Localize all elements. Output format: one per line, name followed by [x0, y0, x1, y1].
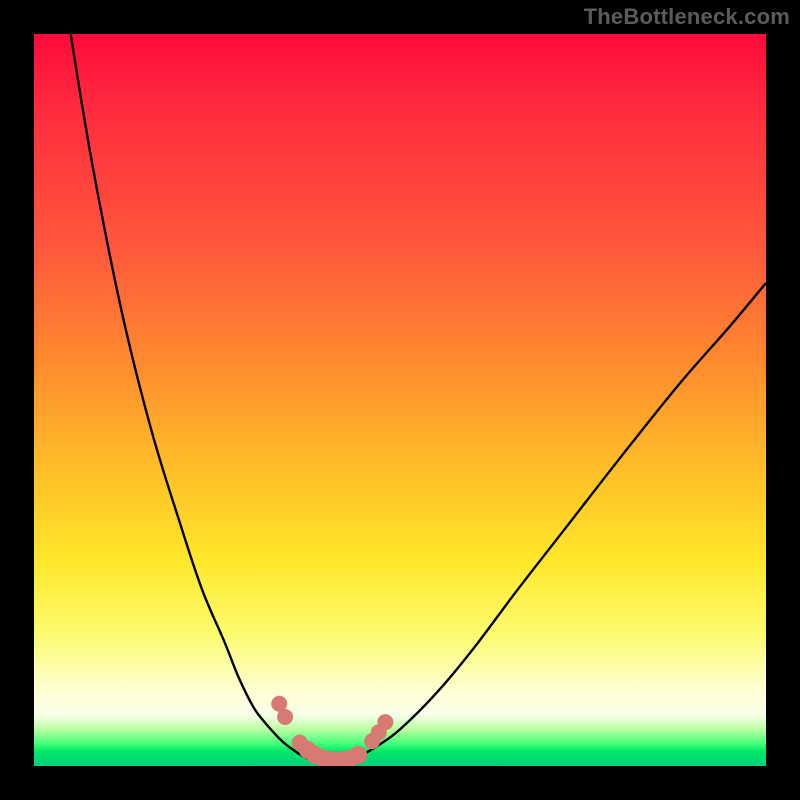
plot-area: [34, 34, 766, 766]
marker-group: [271, 696, 393, 766]
curve-layer: [34, 34, 766, 766]
marker-dot: [349, 746, 367, 764]
marker-dot: [377, 714, 393, 730]
marker-dot: [277, 709, 293, 725]
chart-frame: TheBottleneck.com: [0, 0, 800, 800]
right-curve-path: [363, 283, 766, 754]
left-curve-path: [71, 34, 305, 757]
watermark-text: TheBottleneck.com: [584, 4, 790, 30]
